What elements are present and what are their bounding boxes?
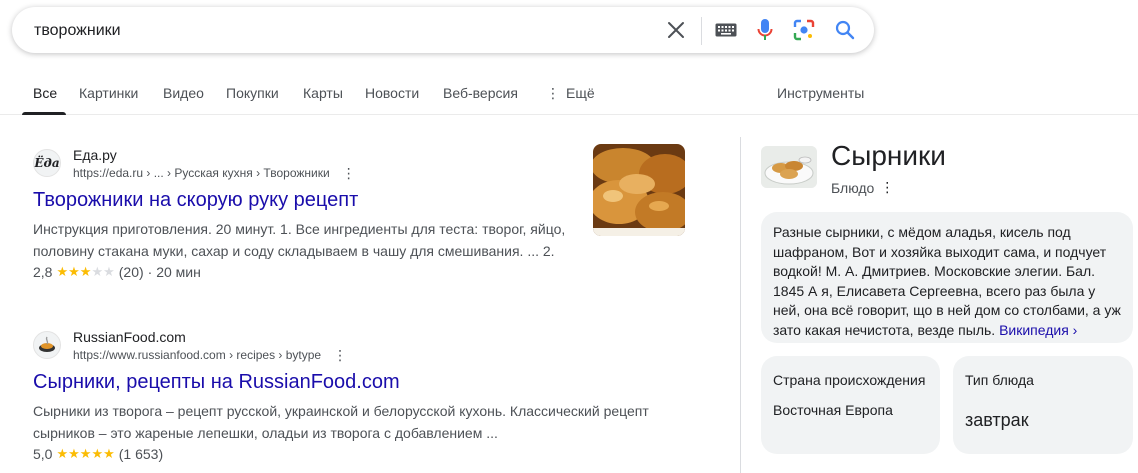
fact-card-origin[interactable]: Страна происхождения Восточная Европа — [761, 356, 940, 454]
result-snippet: Сырники из творога – рецепт русской, укр… — [33, 403, 649, 441]
knowledge-panel-description-text: Разные сырники, с мёдом аладья, кисель п… — [773, 223, 1121, 340]
result-source[interactable]: Ёда Еда.ру https://eda.ru › ... › Русска… — [33, 147, 573, 183]
fact-label: Страна происхождения — [773, 372, 926, 388]
cook-time: · 20 мин — [147, 264, 201, 280]
rating-stars: ★ ★ ★ ★ ★ — [56, 265, 114, 279]
tab-news[interactable]: Новости — [365, 85, 419, 101]
knowledge-panel-description: Разные сырники, с мёдом аладья, кисель п… — [773, 224, 1121, 338]
knowledge-panel-title: Сырники — [831, 140, 946, 171]
tab-shopping[interactable]: Покупки — [226, 85, 279, 101]
star-icon: ★ — [56, 264, 69, 279]
rating-count: (20) — [118, 264, 144, 280]
result-title-link[interactable]: Сырники, рецепты на RussianFood.com — [33, 369, 573, 395]
result-thumbnail[interactable] — [593, 144, 685, 236]
knowledge-panel-description-box: Разные сырники, с мёдом аладья, кисель п… — [761, 212, 1133, 343]
tab-all[interactable]: Все — [33, 85, 57, 101]
star-icon: ★ — [56, 446, 69, 461]
search-result: RussianFood.com https://www.russianfood.… — [33, 329, 649, 464]
more-options-icon[interactable]: ⋮ — [880, 179, 894, 196]
site-name: RussianFood.com — [73, 329, 186, 345]
site-url: https://eda.ru › ... › Русская кухня › Т… — [73, 166, 330, 180]
site-url: https://www.russianfood.com › recipes › … — [73, 348, 322, 362]
star-icon: ★ — [68, 264, 80, 279]
star-icon: ★ — [103, 264, 115, 279]
tab-web[interactable]: Веб-версия — [443, 85, 518, 101]
wikipedia-link[interactable]: Википедия › — [999, 322, 1077, 338]
star-icon: ★ — [79, 264, 92, 279]
site-url-row: https://www.russianfood.com › recipes › … — [73, 348, 347, 362]
tab-maps[interactable]: Карты — [303, 85, 343, 101]
tab-more-label: Ещё — [566, 85, 595, 101]
rating-row: 2,8 ★ ★ ★ ★ ★ (20) · 20 мин — [33, 262, 573, 282]
rating-value: 5,0 — [33, 446, 53, 462]
result-title-link[interactable]: Творожники на скорую руку рецепт — [33, 187, 573, 213]
knowledge-panel-image[interactable] — [761, 146, 817, 188]
rating-stars: ★ ★ ★ ★ ★ — [56, 447, 114, 461]
site-name: Еда.ру — [73, 147, 117, 163]
knowledge-panel-subtitle: Блюдо — [831, 179, 875, 196]
site-url-row: https://eda.ru › ... › Русская кухня › Т… — [73, 166, 356, 180]
clear-icon[interactable] — [664, 18, 688, 42]
eda-favicon-icon: Ёда — [33, 149, 61, 177]
russianfood-favicon-icon — [33, 331, 61, 359]
star-icon: ★ — [103, 446, 115, 461]
rating-value: 2,8 — [33, 264, 53, 280]
star-icon: ★ — [68, 446, 80, 461]
fact-value: завтрак — [965, 410, 1029, 430]
search-bar — [12, 7, 874, 53]
knowledge-panel-subtitle-row: Блюдо ⋮ — [831, 179, 894, 196]
tab-videos[interactable]: Видео — [163, 85, 204, 101]
more-vert-icon: ⋮ — [546, 85, 560, 101]
favicon-text: Ёда — [34, 156, 60, 170]
rating-row: 5,0 ★ ★ ★ ★ ★ (1 653) — [33, 444, 573, 464]
search-result: Ёда Еда.ру https://eda.ru › ... › Русска… — [33, 147, 573, 282]
search-input[interactable] — [34, 20, 634, 42]
fact-card-dish-type[interactable]: Тип блюда завтрак — [953, 356, 1133, 454]
tools-button[interactable]: Инструменты — [777, 85, 864, 101]
star-icon: ★ — [79, 446, 92, 461]
rating-count: (1 653) — [118, 446, 164, 462]
keyboard-icon[interactable] — [714, 18, 738, 42]
result-source[interactable]: RussianFood.com https://www.russianfood.… — [33, 329, 573, 365]
star-icon: ★ — [91, 446, 104, 461]
more-options-icon[interactable]: ⋮ — [342, 166, 356, 180]
active-tab-indicator — [22, 112, 66, 115]
tab-more[interactable]: ⋮ Ещё — [546, 85, 595, 102]
microphone-icon[interactable] — [753, 18, 777, 42]
result-snippet: Инструкция приготовления. 20 минут. 1. В… — [33, 221, 566, 259]
search-tabs: Все Картинки Видео Покупки Карты Новости… — [0, 72, 1138, 115]
knowledge-panel-divider — [740, 137, 741, 473]
star-icon: ★ — [91, 264, 104, 279]
more-options-icon[interactable]: ⋮ — [333, 348, 347, 362]
tab-images[interactable]: Картинки — [79, 85, 138, 101]
fact-label: Тип блюда — [965, 372, 1034, 388]
lens-icon[interactable] — [792, 18, 816, 42]
search-bar-divider — [701, 17, 702, 45]
fact-value: Восточная Европа — [773, 402, 893, 418]
search-icon[interactable] — [833, 18, 857, 42]
